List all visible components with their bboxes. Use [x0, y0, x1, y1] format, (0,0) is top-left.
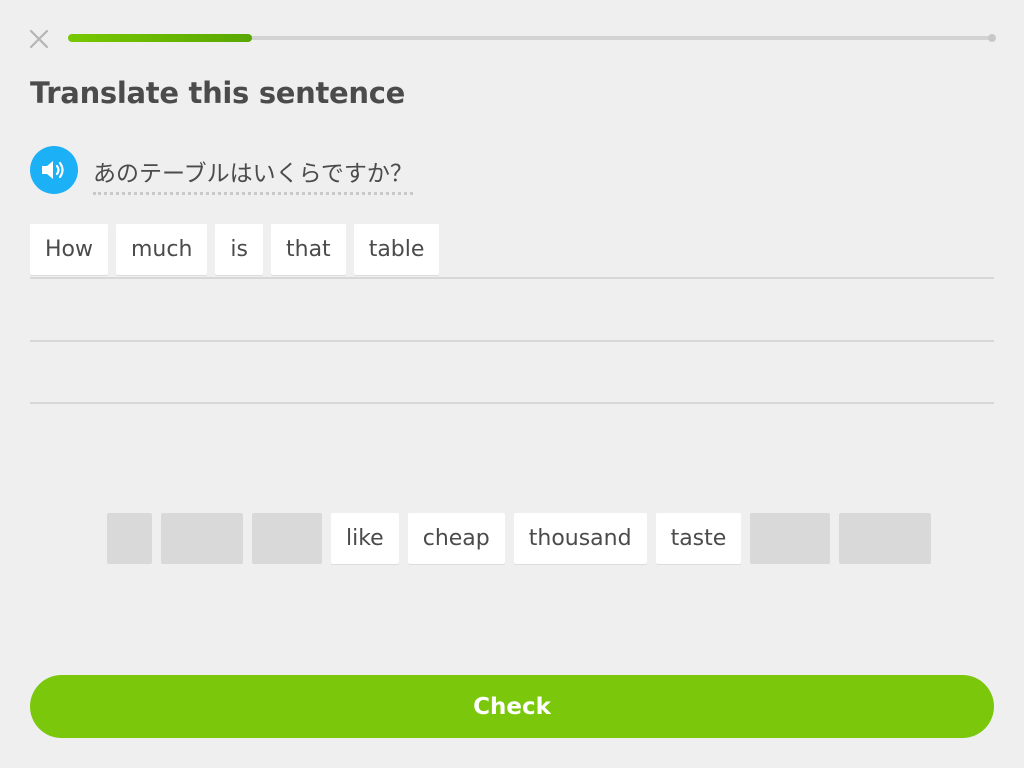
- progress-end-dot: [988, 34, 996, 42]
- prompt-sentence[interactable]: あのテーブルはいくらですか？: [93, 154, 413, 195]
- word-bank-empty-slot: [252, 513, 322, 564]
- progress-bar: [68, 34, 996, 42]
- speaker-icon: [42, 161, 64, 179]
- word-bank-tile[interactable]: taste: [655, 513, 742, 564]
- word-bank-tile[interactable]: cheap: [407, 513, 505, 564]
- answer-line: [30, 277, 994, 279]
- word-bank-empty-slot: [107, 513, 152, 564]
- progress-fill: [68, 34, 253, 42]
- answer-tile[interactable]: that: [271, 224, 346, 275]
- check-button[interactable]: Check: [30, 675, 994, 738]
- close-button[interactable]: [28, 28, 50, 50]
- answer-line: [30, 402, 994, 404]
- close-icon: [29, 29, 49, 49]
- answer-tile[interactable]: How: [30, 224, 108, 275]
- word-bank-empty-slot: [750, 513, 831, 564]
- lesson-screen: Translate this sentence あのテーブルはいくらですか？ H…: [0, 0, 1024, 768]
- answer-area[interactable]: How much is that table: [30, 224, 994, 404]
- answer-tile[interactable]: table: [353, 224, 440, 275]
- word-bank-empty-slot: [839, 513, 932, 564]
- word-bank-empty-slot: [161, 513, 243, 564]
- answer-tiles: How much is that table: [30, 224, 440, 275]
- answer-tile[interactable]: is: [215, 224, 263, 275]
- answer-line: [30, 340, 994, 342]
- answer-tile[interactable]: much: [116, 224, 208, 275]
- word-bank: like cheap thousand taste: [107, 513, 932, 564]
- page-title: Translate this sentence: [30, 76, 406, 110]
- word-bank-tile[interactable]: thousand: [513, 513, 647, 564]
- play-audio-button[interactable]: [30, 146, 78, 194]
- word-bank-tile[interactable]: like: [331, 513, 399, 564]
